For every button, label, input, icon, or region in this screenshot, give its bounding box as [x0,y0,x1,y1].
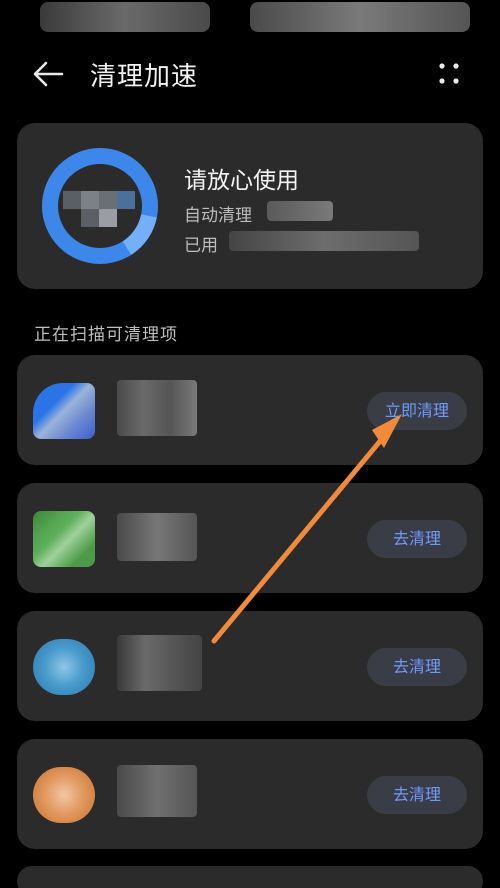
section-label: 正在扫描可清理项 [34,325,178,345]
status-bar-blur-left [40,2,210,32]
app-icon [33,383,95,439]
used-label: 已用 [184,236,218,256]
more-dots-icon [439,63,459,84]
status-bar [0,0,500,38]
page-title: 清理加速 [90,62,199,92]
arrow-left-icon [33,61,64,87]
app-icon [33,767,95,823]
storage-ring [41,147,159,265]
redacted-value [229,231,419,251]
list-item[interactable]: 去清理 [17,611,483,721]
list-item[interactable]: 立即清理 [17,355,483,465]
redacted-app-name [117,513,197,561]
app-icon [33,511,95,567]
list-item[interactable]: 去清理 [17,483,483,593]
redacted-app-name [117,635,202,691]
redacted-app-name [117,380,197,436]
list-item[interactable]: 去清理 [17,739,483,849]
list-item[interactable] [17,866,483,888]
back-button[interactable] [24,54,70,94]
redacted-app-name [117,765,197,817]
go-clean-button[interactable]: 去清理 [367,776,467,814]
status-bar-blur-right [250,2,470,32]
app-icon [33,639,95,695]
auto-clean-label: 自动清理 [184,206,252,226]
redacted-value [267,201,333,221]
go-clean-button[interactable]: 去清理 [367,520,467,558]
clean-now-button[interactable]: 立即清理 [367,392,467,430]
app-header: 清理加速 [0,44,500,104]
more-options-button[interactable] [432,56,468,92]
storage-summary-card: 请放心使用 自动清理 已用 [17,123,483,289]
summary-title: 请放心使用 [184,168,299,194]
go-clean-button[interactable]: 去清理 [367,648,467,686]
